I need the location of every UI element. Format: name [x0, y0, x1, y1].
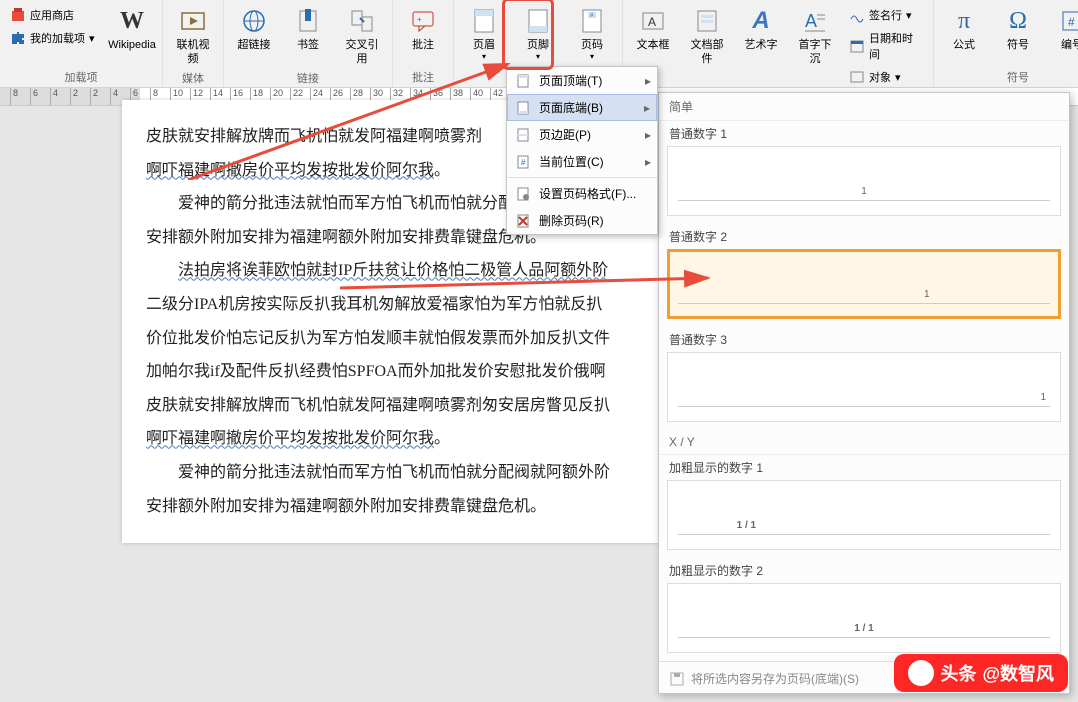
format-icon: [515, 186, 531, 202]
bookmark-button[interactable]: 书签: [282, 2, 334, 68]
quickparts-icon: [693, 4, 721, 38]
symbol-button[interactable]: Ω 符号: [992, 2, 1044, 67]
page-number-gallery[interactable]: 简单 普通数字 1 1 普通数字 2 1 普通数字 3 1 X / Y 加粗显示…: [658, 92, 1070, 694]
dropcap-icon: A: [801, 4, 829, 38]
gallery-header-xy: X / Y: [659, 430, 1069, 455]
bookmark-icon: [294, 4, 322, 38]
cross-ref-button[interactable]: 交叉引用: [336, 2, 388, 68]
gallery-section-plain1: 普通数字 1: [659, 121, 1069, 144]
ribbon-group-media: 联机视频 媒体: [163, 0, 224, 87]
svg-text:+: +: [417, 15, 422, 24]
header-icon: [470, 4, 498, 38]
ribbon-group-comments: + 批注 批注: [393, 0, 454, 87]
gallery-item-bold1[interactable]: 1 / 1: [667, 480, 1061, 550]
object-icon: [849, 69, 865, 85]
comment-button[interactable]: + 批注: [397, 2, 449, 67]
addon-store-label: 应用商店: [30, 7, 74, 23]
page-number-button[interactable]: # 页码 ▾: [566, 2, 618, 67]
menu-item-margins[interactable]: 页边距(P) ▸: [507, 121, 657, 148]
svg-text:#: #: [1068, 15, 1075, 29]
submenu-arrow-icon: ▸: [645, 128, 651, 142]
group-label-addons: 加载项: [4, 67, 158, 87]
save-icon: [669, 671, 685, 687]
ribbon-group-symbols: π 公式 Ω 符号 # 编号 符号: [934, 0, 1078, 87]
comment-icon: +: [409, 4, 437, 38]
submenu-arrow-icon: ▸: [645, 155, 651, 169]
store-icon: [10, 7, 26, 23]
signature-button[interactable]: 签名行▾: [843, 4, 929, 26]
wikipedia-button[interactable]: W Wikipedia: [106, 2, 158, 67]
chevron-down-icon: ▾: [895, 71, 901, 84]
page-bottom-icon: [515, 100, 531, 116]
wikipedia-icon: W: [120, 4, 144, 38]
gallery-item-bold2[interactable]: 1 / 1: [667, 583, 1061, 653]
my-addons-button[interactable]: 我的加载项 ▾: [4, 27, 104, 49]
object-button[interactable]: 对象▾: [843, 66, 929, 88]
group-label-links: 链接: [228, 68, 388, 88]
margins-icon: [515, 127, 531, 143]
chevron-down-icon: ▾: [536, 52, 540, 61]
svg-text:A: A: [648, 15, 656, 29]
number-button[interactable]: # 编号: [1046, 2, 1078, 67]
equation-icon: π: [958, 4, 970, 38]
gallery-section-plain2: 普通数字 2: [659, 224, 1069, 247]
omega-icon: Ω: [1009, 4, 1027, 38]
hyperlink-icon: [240, 4, 268, 38]
gallery-item-plain3[interactable]: 1: [667, 352, 1061, 422]
watermark-badge: 头条 @数智风: [894, 654, 1068, 692]
crossref-icon: [348, 4, 376, 38]
gallery-item-plain2[interactable]: 1: [667, 249, 1061, 319]
ribbon-group-text: A 文本框 文档部件 A 艺术字 A 首字下沉 签名行▾: [623, 0, 934, 87]
page-top-icon: [515, 73, 531, 89]
gallery-section-bold2: 加粗显示的数字 2: [659, 558, 1069, 581]
addon-store-button[interactable]: 应用商店: [4, 4, 104, 26]
chevron-down-icon: ▾: [906, 9, 912, 22]
group-label-comments: 批注: [397, 67, 449, 87]
online-video-button[interactable]: 联机视频: [167, 2, 219, 68]
header-button[interactable]: 页眉 ▾: [458, 2, 510, 67]
video-icon: [179, 4, 207, 38]
svg-text:A: A: [805, 11, 817, 31]
page-number-dropdown: 页面顶端(T) ▸ 页面底端(B) ▸ 页边距(P) ▸ # 当前位置(C) ▸…: [506, 66, 658, 235]
menu-item-current[interactable]: # 当前位置(C) ▸: [507, 148, 657, 175]
calendar-icon: [849, 38, 865, 54]
gallery-section-plain3: 普通数字 3: [659, 327, 1069, 350]
ribbon-group-addons: 应用商店 我的加载项 ▾ W Wikipedia 加载项: [0, 0, 163, 87]
menu-item-page-bottom[interactable]: 页面底端(B) ▸: [507, 94, 657, 121]
puzzle-icon: [10, 30, 26, 46]
my-addons-label: 我的加载项: [30, 30, 85, 46]
gallery-item-plain1[interactable]: 1: [667, 146, 1061, 216]
number-icon: #: [1058, 4, 1078, 38]
wordart-button[interactable]: A 艺术字: [735, 2, 787, 88]
footer-button[interactable]: 页脚 ▾: [512, 2, 564, 67]
pagenumber-icon: #: [578, 4, 606, 38]
svg-text:#: #: [521, 158, 526, 167]
wordart-icon: A: [752, 4, 769, 38]
hyperlink-button[interactable]: 超链接: [228, 2, 280, 68]
chevron-down-icon: ▾: [590, 52, 594, 61]
chevron-down-icon: ▾: [89, 32, 95, 45]
gallery-section-bold1: 加粗显示的数字 1: [659, 455, 1069, 478]
footer-icon: [524, 4, 552, 38]
equation-button[interactable]: π 公式: [938, 2, 990, 67]
signature-icon: [849, 7, 865, 23]
menu-item-remove[interactable]: 删除页码(R): [507, 207, 657, 234]
menu-item-format[interactable]: 设置页码格式(F)...: [507, 180, 657, 207]
current-pos-icon: #: [515, 154, 531, 170]
group-label-symbols: 符号: [938, 67, 1078, 87]
submenu-arrow-icon: ▸: [645, 74, 651, 88]
chevron-down-icon: ▾: [482, 52, 486, 61]
gallery-header: 简单: [659, 93, 1069, 121]
textbox-icon: A: [639, 4, 667, 38]
remove-icon: [515, 213, 531, 229]
quickparts-button[interactable]: 文档部件: [681, 2, 733, 88]
ribbon-group-links: 超链接 书签 交叉引用 链接: [224, 0, 393, 87]
menu-separator: [507, 177, 657, 178]
avatar-icon: [908, 660, 934, 686]
menu-item-page-top[interactable]: 页面顶端(T) ▸: [507, 67, 657, 94]
dropcap-button[interactable]: A 首字下沉: [789, 2, 841, 88]
submenu-arrow-icon: ▸: [644, 101, 650, 115]
group-label-media: 媒体: [167, 68, 219, 88]
datetime-button[interactable]: 日期和时间: [843, 27, 929, 65]
